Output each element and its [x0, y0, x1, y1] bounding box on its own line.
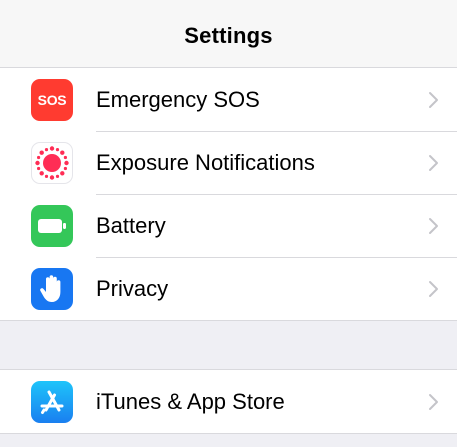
chevron-right-icon	[429, 91, 438, 108]
chevron-right-icon	[429, 393, 438, 410]
settings-row-privacy[interactable]: Privacy	[0, 257, 457, 320]
sos-icon: SOS	[31, 78, 73, 121]
settings-row-label: iTunes & App Store	[96, 388, 285, 414]
settings-group-store: iTunes & App Store	[0, 369, 457, 434]
settings-group-main: SOS Emergency SOS Exposure Notifications…	[0, 67, 457, 321]
chevron-right-icon	[429, 154, 438, 171]
settings-row-label: Emergency SOS	[96, 86, 260, 112]
settings-row-itunes-app-store[interactable]: iTunes & App Store	[0, 370, 457, 433]
privacy-hand-icon	[31, 267, 73, 310]
chevron-right-icon	[429, 217, 438, 234]
navigation-bar: Settings	[0, 0, 457, 68]
exposure-notifications-icon	[31, 141, 73, 184]
settings-row-label: Privacy	[96, 275, 169, 301]
settings-row-label: Battery	[96, 212, 166, 238]
settings-row-battery[interactable]: Battery	[0, 194, 457, 257]
settings-row-emergency-sos[interactable]: SOS Emergency SOS	[0, 68, 457, 131]
battery-icon	[31, 204, 73, 247]
settings-row-exposure-notifications[interactable]: Exposure Notifications	[0, 131, 457, 194]
settings-row-label: Exposure Notifications	[96, 149, 315, 175]
page-title: Settings	[184, 22, 273, 48]
chevron-right-icon	[429, 280, 438, 297]
app-store-icon	[31, 380, 73, 423]
